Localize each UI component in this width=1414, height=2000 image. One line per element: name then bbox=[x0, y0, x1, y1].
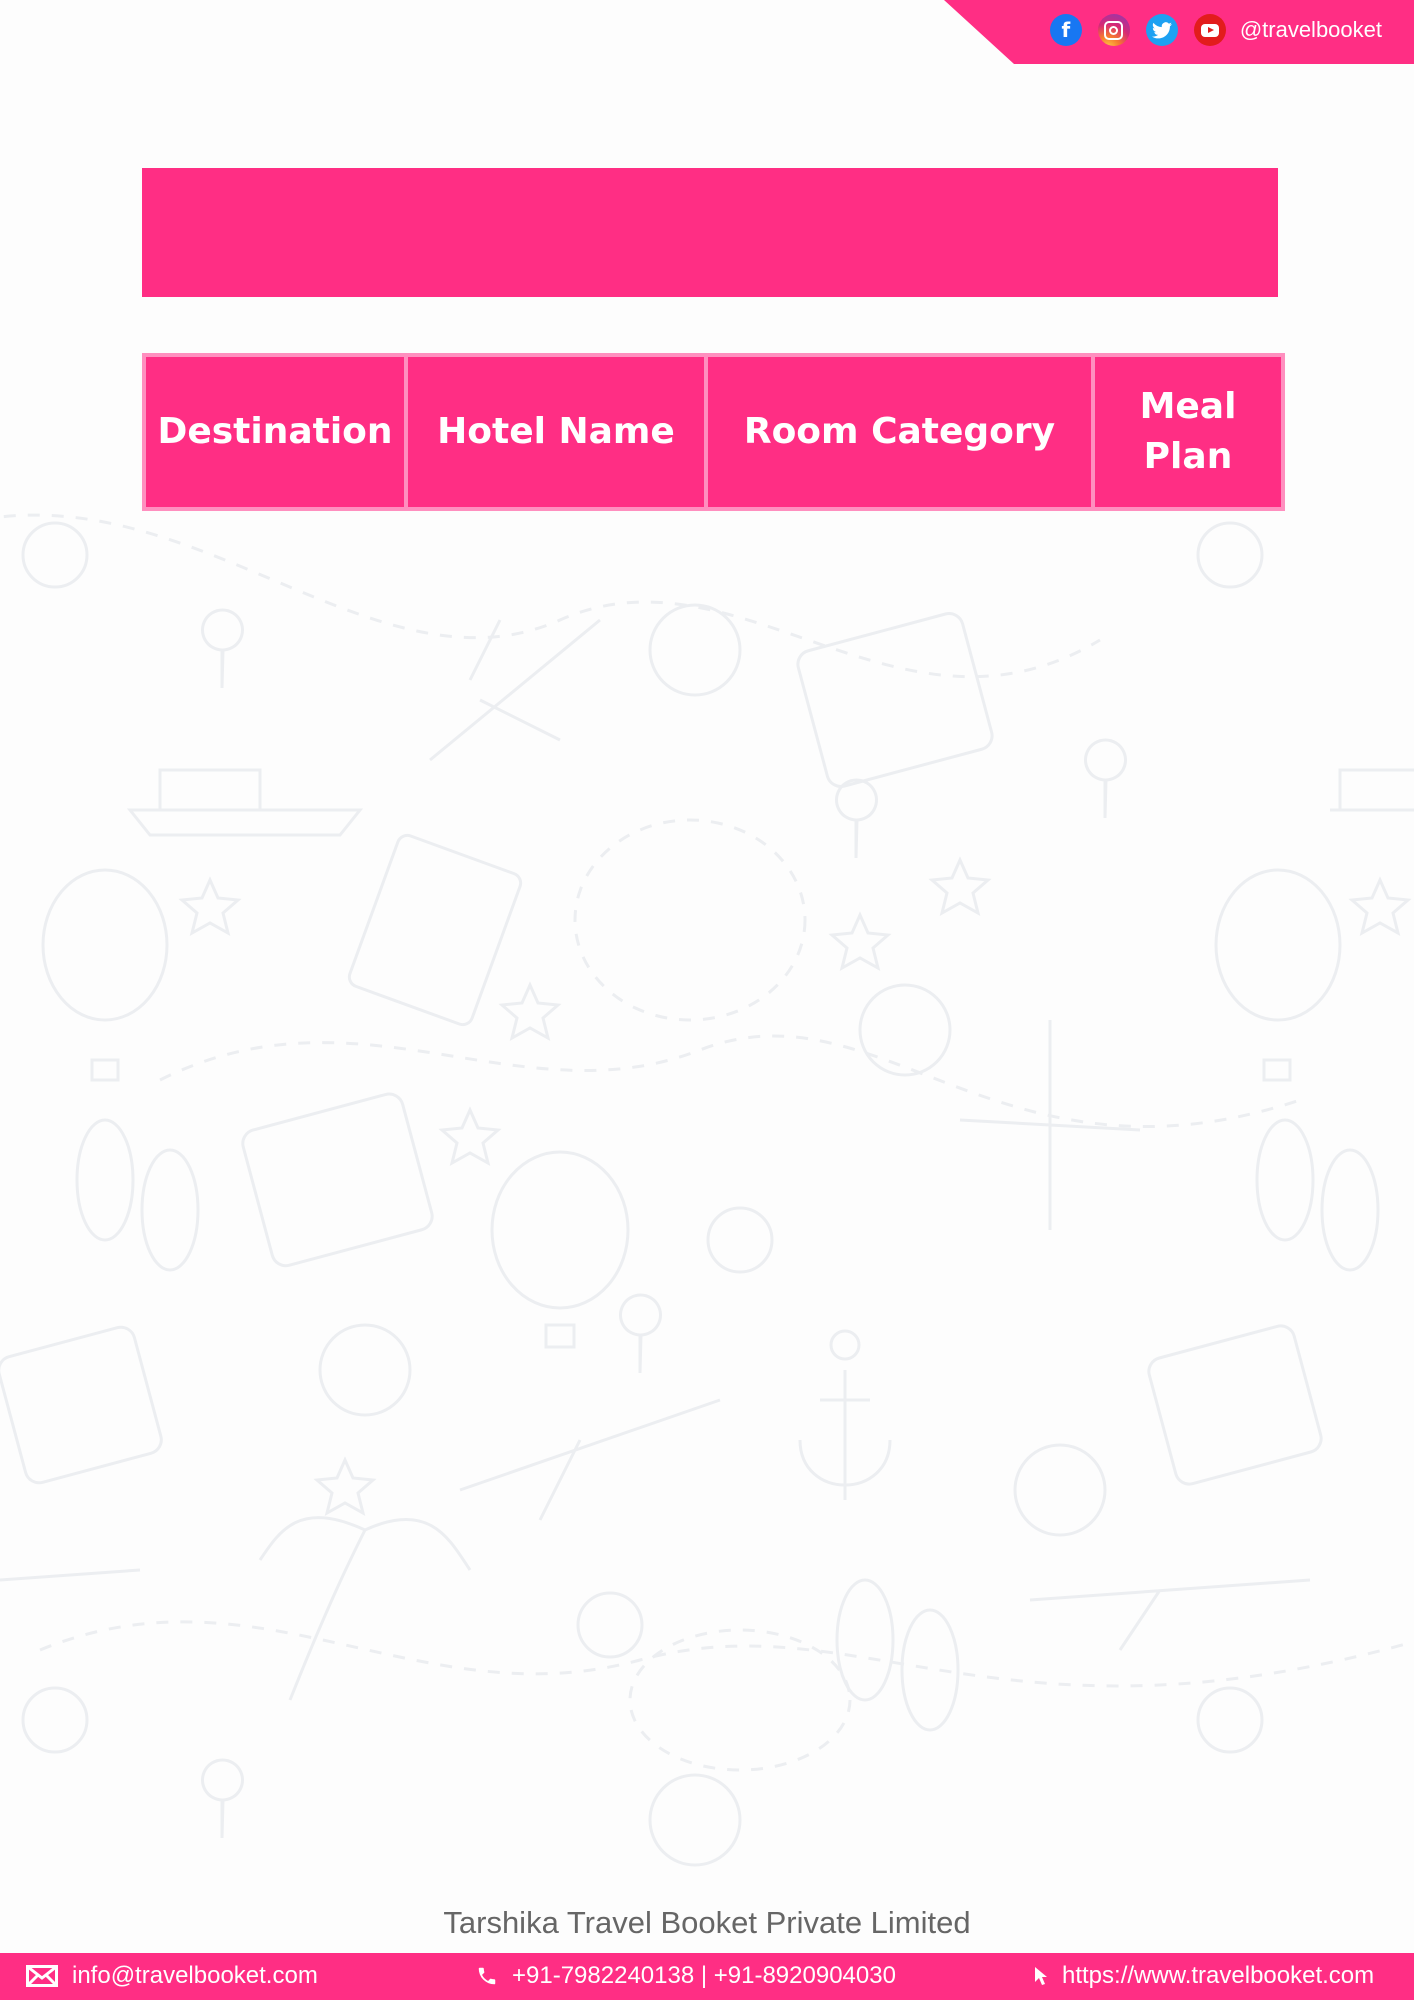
website-text[interactable]: https://www.travelbooket.com bbox=[1062, 1962, 1374, 1990]
cursor-icon bbox=[1035, 1967, 1047, 1985]
footer-phone[interactable]: +91-7982240138 | +91-8920904030 bbox=[476, 1962, 896, 1990]
travel-doodle-background bbox=[0, 513, 1414, 1867]
social-links: f @travelbooket bbox=[1049, 14, 1382, 46]
column-header-meal-plan: Meal Plan bbox=[1091, 353, 1285, 511]
instagram-icon[interactable] bbox=[1097, 14, 1130, 46]
table-header-row: Destination Hotel Name Room Category Mea… bbox=[142, 353, 1285, 511]
company-name: Tarshika Travel Booket Private Limited bbox=[443, 1905, 971, 1940]
title-bar bbox=[142, 168, 1278, 297]
social-handle[interactable]: @travelbooket bbox=[1240, 17, 1382, 43]
footer-email[interactable]: info@travelbooket.com bbox=[26, 1962, 318, 1990]
footer-bar: info@travelbooket.com +91-7982240138 | +… bbox=[0, 1953, 1414, 2000]
hotel-table: Destination Hotel Name Room Category Mea… bbox=[142, 353, 1285, 511]
mail-icon bbox=[26, 1965, 58, 1987]
youtube-icon[interactable] bbox=[1193, 14, 1226, 46]
column-header-destination: Destination bbox=[142, 353, 408, 511]
column-header-hotel-name: Hotel Name bbox=[404, 353, 708, 511]
facebook-icon[interactable]: f bbox=[1049, 14, 1082, 46]
phone-icon bbox=[478, 1967, 496, 1985]
footer-website[interactable]: https://www.travelbooket.com bbox=[1034, 1962, 1374, 1990]
email-text[interactable]: info@travelbooket.com bbox=[72, 1962, 318, 1990]
phone-text[interactable]: +91-7982240138 | +91-8920904030 bbox=[512, 1962, 896, 1990]
column-header-room-category: Room Category bbox=[704, 353, 1095, 511]
twitter-icon[interactable] bbox=[1145, 14, 1178, 46]
